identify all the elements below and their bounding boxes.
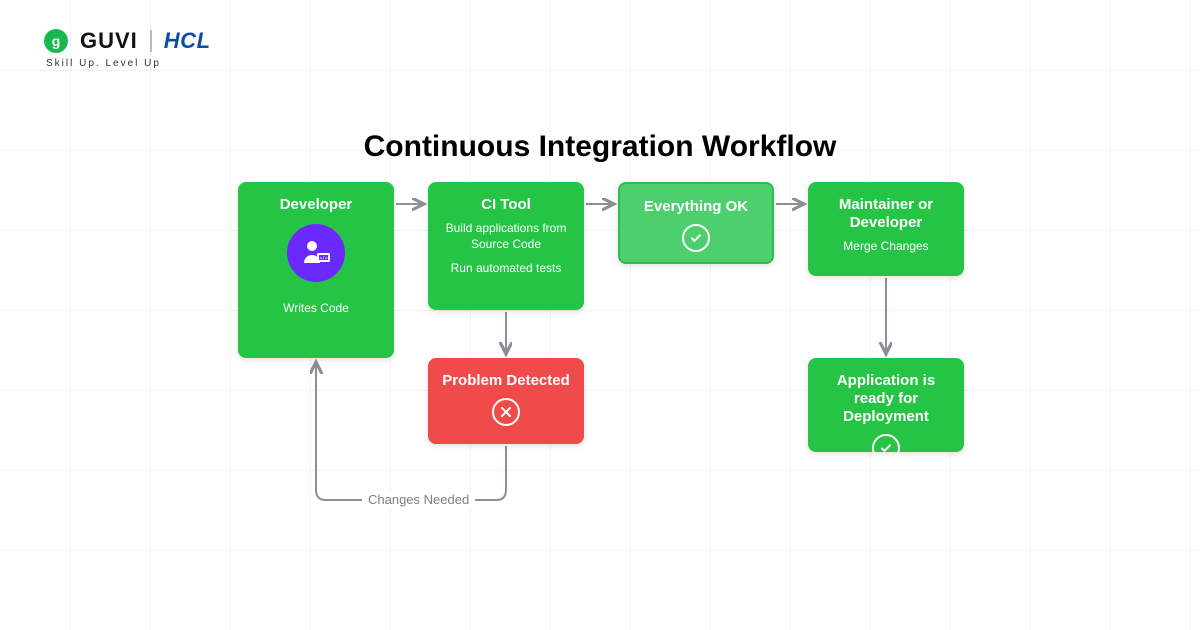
- arrow-feedback-loop: [316, 362, 506, 500]
- feedback-label: Changes Needed: [362, 492, 475, 507]
- diagram-canvas: Developer </> Writes Code CI Tool Build …: [0, 0, 1200, 630]
- arrows-layer: [0, 0, 1200, 630]
